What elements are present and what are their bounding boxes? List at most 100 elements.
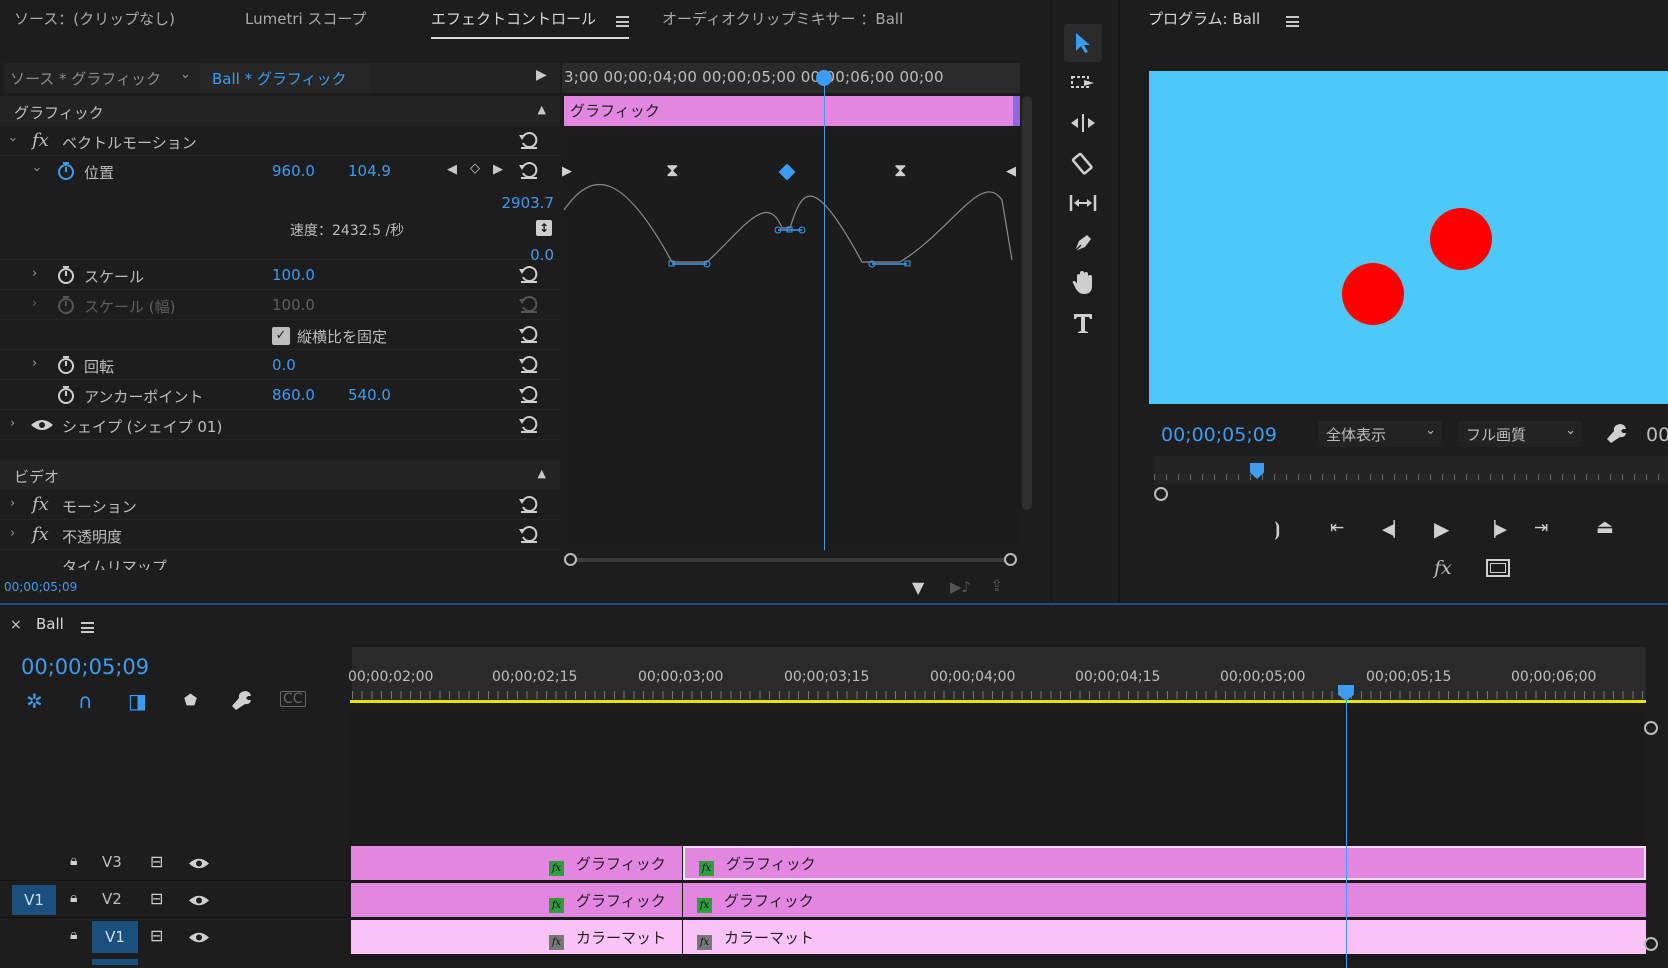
tab-effect-controls[interactable]: エフェクトコントロール: [431, 8, 596, 29]
ec-zoom-scrollbar[interactable]: [570, 558, 1012, 562]
program-zoom-handle[interactable]: [1154, 487, 1168, 501]
reset-icon[interactable]: [518, 323, 540, 345]
expand-chevron-icon[interactable]: ›: [5, 137, 20, 142]
step-back-icon[interactable]: ◀▏: [1382, 520, 1405, 538]
source-patch-v1[interactable]: V1: [12, 885, 56, 915]
safe-margins-icon[interactable]: [1486, 559, 1510, 577]
type-tool[interactable]: [1064, 304, 1102, 342]
anchor-point-row[interactable]: アンカーポイント 860.0 540.0: [0, 380, 560, 410]
lift-icon[interactable]: ⏏: [1596, 516, 1614, 538]
sync-lock-icon[interactable]: ⊟: [150, 926, 163, 945]
vector-motion-row[interactable]: › fx ベクトルモーション: [0, 126, 560, 156]
program-monitor-title[interactable]: プログラム: Ball: [1148, 8, 1260, 29]
eye-icon[interactable]: [188, 931, 210, 944]
reset-icon[interactable]: [518, 383, 540, 405]
reset-icon[interactable]: [518, 493, 540, 515]
program-canvas[interactable]: [1149, 71, 1668, 404]
mark-out-icon[interactable]: ⦘: [1274, 518, 1280, 540]
go-to-out-icon[interactable]: ⇥: [1534, 518, 1548, 538]
zoom-handle-left[interactable]: [564, 553, 577, 566]
ec-vertical-scrollbar[interactable]: [1022, 96, 1032, 510]
position-row[interactable]: › 位置 960.0 104.9 ◀ ◇ ▶ 2903.7 速度：2432.5 …: [0, 156, 560, 264]
video-section-header[interactable]: ビデオ ▲: [0, 460, 560, 490]
fx-icon[interactable]: fx: [32, 130, 49, 151]
time-remap-row[interactable]: タイムリマップ: [0, 550, 560, 570]
add-keyframe-icon[interactable]: ◇: [470, 161, 480, 176]
scale-row[interactable]: › スケール 100.0: [0, 260, 560, 290]
eye-icon[interactable]: [188, 857, 210, 870]
vertical-zoom-handle-top[interactable]: [1644, 721, 1658, 735]
lock-icon[interactable]: 🔒︎: [70, 890, 77, 906]
collapse-up-icon[interactable]: ▲: [538, 467, 546, 480]
program-timecode[interactable]: 00;00;05;09: [1161, 424, 1277, 446]
linked-selection-icon[interactable]: ◨: [128, 689, 147, 713]
filter-icon[interactable]: ▼: [912, 578, 924, 597]
collapse-up-icon[interactable]: ▲: [538, 103, 546, 116]
selection-tool[interactable]: [1064, 24, 1102, 62]
expand-chevron-icon[interactable]: ›: [32, 356, 37, 371]
captions-icon[interactable]: CC: [280, 691, 306, 707]
sequence-tab-label[interactable]: Ball: [36, 615, 64, 633]
lock-icon[interactable]: 🔒︎: [70, 853, 77, 869]
prev-keyframe-icon[interactable]: ◀: [447, 162, 457, 177]
hand-tool[interactable]: [1064, 264, 1102, 302]
keyframe-hourglass-icon[interactable]: ⧗: [894, 160, 907, 181]
wrench-icon[interactable]: [1606, 422, 1628, 444]
scale-value[interactable]: 100.0: [272, 266, 315, 284]
clip-v2-1[interactable]: fx グラフィック: [351, 883, 682, 917]
fx-toggle-icon[interactable]: fx: [1434, 557, 1452, 579]
position-x-value[interactable]: 960.0: [272, 162, 315, 180]
zoom-dropdown[interactable]: 全体表示 ⌄: [1318, 421, 1442, 447]
step-forward-icon[interactable]: ▕▶: [1484, 520, 1507, 538]
graphic-section-header[interactable]: グラフィック ▲: [0, 96, 560, 126]
ec-playhead-handle[interactable]: [816, 70, 832, 86]
ec-clip-end-handle[interactable]: [1013, 96, 1020, 126]
anchor-y-value[interactable]: 540.0: [348, 386, 391, 404]
reset-icon[interactable]: [518, 159, 540, 181]
stopwatch-active-icon[interactable]: [56, 161, 76, 181]
clip-selector[interactable]: Ball * グラフィック: [200, 63, 370, 93]
clip-v1-2[interactable]: fx カラーマット: [683, 920, 1646, 954]
timeline-wrench-icon[interactable]: [231, 689, 253, 711]
clip-v2-2[interactable]: fx グラフィック: [683, 883, 1646, 917]
timeline-timecode[interactable]: 00;00;05;09: [21, 655, 149, 679]
razor-tool[interactable]: [1064, 144, 1102, 182]
rotation-row[interactable]: › 回転 0.0: [0, 350, 560, 380]
pen-tool[interactable]: [1064, 224, 1102, 262]
ec-clip-bar[interactable]: グラフィック: [564, 96, 1020, 126]
reset-icon[interactable]: [518, 523, 540, 545]
keyframe-next-edge-icon[interactable]: ◀: [1006, 164, 1016, 179]
sync-lock-icon[interactable]: ⊟: [150, 852, 163, 871]
tab-lumetri-scopes[interactable]: Lumetri スコープ: [245, 8, 367, 29]
stopwatch-icon[interactable]: [56, 385, 76, 405]
next-keyframe-icon[interactable]: ▶: [493, 162, 503, 177]
expand-chevron-icon[interactable]: ›: [32, 266, 37, 281]
play-icon[interactable]: ▶: [1434, 517, 1449, 541]
add-marker-icon[interactable]: ⬟: [184, 691, 197, 709]
ec-current-time[interactable]: 00;00;05;09: [4, 580, 77, 594]
clip-dropdown-chevron-icon[interactable]: ⌄: [180, 67, 191, 82]
anchor-x-value[interactable]: 860.0: [272, 386, 315, 404]
eye-icon[interactable]: [188, 894, 210, 907]
clip-v3-2[interactable]: fx グラフィック: [683, 846, 1646, 880]
opacity-row[interactable]: › fx 不透明度: [0, 520, 560, 550]
stopwatch-icon[interactable]: [56, 265, 76, 285]
program-menu-icon[interactable]: [1286, 16, 1299, 27]
clip-v3-1[interactable]: fx グラフィック: [351, 846, 682, 880]
snap-magnet-icon[interactable]: ∩: [78, 689, 93, 713]
keyframe-prev-edge-icon[interactable]: ▶: [562, 164, 572, 179]
ripple-edit-tool[interactable]: [1064, 104, 1102, 142]
stopwatch-icon[interactable]: [56, 355, 76, 375]
keyframe-hourglass-icon[interactable]: ⧗: [666, 160, 679, 181]
graph-scale-icon[interactable]: ↕: [536, 220, 552, 236]
quality-dropdown[interactable]: フル画質 ⌄: [1458, 421, 1582, 447]
shape-row[interactable]: › シェイプ (シェイプ 01): [0, 410, 560, 440]
slip-tool[interactable]: [1064, 184, 1102, 222]
show-timeline-arrow-icon[interactable]: ▶: [536, 67, 547, 83]
duration-timecode[interactable]: 00: [1646, 424, 1668, 446]
track-target-v1[interactable]: V1: [92, 921, 138, 953]
track-select-tool[interactable]: [1064, 64, 1102, 102]
close-icon[interactable]: ×: [10, 617, 22, 633]
rotation-value[interactable]: 0.0: [272, 356, 296, 374]
lock-icon[interactable]: 🔒︎: [70, 927, 77, 943]
